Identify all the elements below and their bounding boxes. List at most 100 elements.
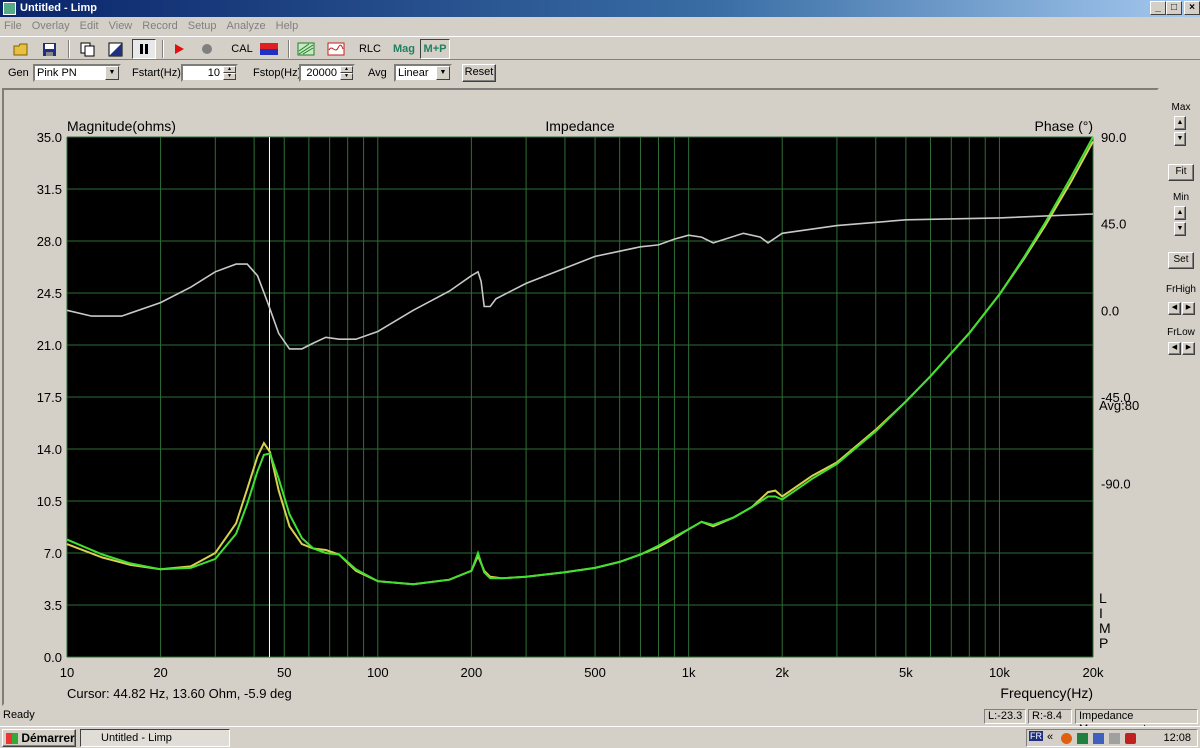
menu-record[interactable]: Record <box>142 20 177 32</box>
start-button[interactable]: Démarrer <box>2 729 76 747</box>
x-axis-label: Frequency(Hz) <box>1000 685 1093 701</box>
frlow-left-icon[interactable]: ◀ <box>1168 342 1181 355</box>
x-tick-label: 10k <box>989 665 1010 680</box>
spin-up-icon[interactable]: ▲ <box>340 66 353 73</box>
chevron-down-icon[interactable]: ▼ <box>436 66 450 80</box>
mp-button[interactable]: M+P <box>420 39 450 59</box>
clock: 12:08 <box>1163 732 1191 744</box>
y-tick-label: 17.5 <box>37 390 62 405</box>
scale-panel: Max ▲ ▼ Fit Min ▲ ▼ Set FrHigh ◀ ▶ FrLow… <box>1162 88 1200 706</box>
gen-select[interactable]: Pink PN ▼ <box>33 64 121 82</box>
status-mode: Impedance Measurement <box>1075 709 1198 735</box>
min-label: Min <box>1172 192 1190 203</box>
minimize-icon[interactable]: _ <box>1150 1 1166 15</box>
y2-axis-label: Phase (°) <box>1034 118 1093 134</box>
limp-letter: L <box>1099 590 1107 606</box>
impedance-chart[interactable]: 0.0 3.5 7.0 10.5 14.0 17.5 21.0 24.5 28.0 31.5 35.… <box>4 90 1157 704</box>
y-tick-label: 3.5 <box>44 598 62 613</box>
cal-button[interactable]: CAL <box>228 39 256 59</box>
windows-logo-icon <box>6 733 18 744</box>
record-icon[interactable] <box>196 39 218 59</box>
mag-button[interactable]: Mag <box>390 39 418 59</box>
avg-count-label: Avg:80 <box>1099 398 1139 413</box>
set-button[interactable]: Set <box>1168 252 1194 269</box>
min-down-icon[interactable]: ▼ <box>1174 222 1186 236</box>
avg-select[interactable]: Linear ▼ <box>394 64 452 82</box>
pause-icon[interactable] <box>132 39 156 59</box>
save-icon[interactable] <box>38 39 60 59</box>
overlay-icon[interactable] <box>294 39 318 59</box>
x-tick-label: 20k <box>1083 665 1104 680</box>
limp-letter: M <box>1099 620 1111 636</box>
chevron-left-icon[interactable]: « <box>1047 731 1053 743</box>
menu-view[interactable]: View <box>109 20 133 32</box>
chart-title: Impedance <box>545 118 614 134</box>
volume-icon[interactable] <box>1109 733 1120 744</box>
y2-tick-label: -90.0 <box>1101 477 1131 492</box>
frlow-right-icon[interactable]: ▶ <box>1182 342 1195 355</box>
cursor-readout: Cursor: 44.82 Hz, 13.60 Ohm, -5.9 deg <box>67 686 292 701</box>
spin-down-icon[interactable]: ▼ <box>340 73 353 80</box>
fstop-spinner[interactable]: 20000 ▲ ▼ <box>299 64 355 82</box>
menu-help[interactable]: Help <box>276 20 299 32</box>
spin-down-icon[interactable]: ▼ <box>223 73 236 80</box>
taskbar: Démarrer Untitled - Limp FR « 12:08 <box>0 726 1200 748</box>
x-tick-label: 20 <box>153 665 167 680</box>
y-tick-label: 7.0 <box>44 546 62 561</box>
y-tick-label: 28.0 <box>37 234 62 249</box>
menu-overlay[interactable]: Overlay <box>32 20 70 32</box>
x-tick-label: 10 <box>60 665 74 680</box>
open-folder-icon[interactable] <box>10 39 32 59</box>
play-icon[interactable] <box>168 39 190 59</box>
fit-button[interactable]: Fit <box>1168 164 1194 181</box>
y-tick-label: 21.0 <box>37 338 62 353</box>
spin-up-icon[interactable]: ▲ <box>223 66 236 73</box>
max-up-icon[interactable]: ▲ <box>1174 116 1186 130</box>
tray-app-icon[interactable] <box>1077 733 1088 744</box>
y-tick-label: 31.5 <box>37 182 62 197</box>
frlow-label: FrLow <box>1167 327 1195 338</box>
toolbar: CAL RLC Mag M+P <box>0 36 1200 60</box>
frhigh-label: FrHigh <box>1165 284 1196 295</box>
menu-edit[interactable]: Edit <box>80 20 99 32</box>
plot-panel: 0.0 3.5 7.0 10.5 14.0 17.5 21.0 24.5 28.0 31.5 35.… <box>2 88 1159 706</box>
status-right-level: R:-8.4 <box>1028 709 1072 724</box>
security-icon[interactable] <box>1125 733 1136 744</box>
fstop-label: Fstop(Hz) <box>253 67 302 79</box>
menu-bar: File Overlay Edit View Record Setup Anal… <box>0 17 1200 35</box>
reset-button[interactable]: Reset <box>462 64 496 82</box>
status-bar: Ready L:-23.3 R:-8.4 Impedance Measureme… <box>0 708 1200 735</box>
max-down-icon[interactable]: ▼ <box>1174 132 1186 146</box>
x-tick-label: 50 <box>277 665 291 680</box>
rlc-button[interactable]: RLC <box>356 39 384 59</box>
gen-label: Gen <box>8 67 29 79</box>
invert-icon[interactable] <box>104 39 126 59</box>
menu-analyze[interactable]: Analyze <box>226 20 265 32</box>
tray-app-icon[interactable] <box>1061 733 1072 744</box>
calibration-icon[interactable] <box>258 39 280 59</box>
network-icon[interactable] <box>1093 733 1104 744</box>
frhigh-left-icon[interactable]: ◀ <box>1168 302 1181 315</box>
y-axis-label: Magnitude(ohms) <box>67 118 176 134</box>
task-limp[interactable]: Untitled - Limp <box>80 729 230 747</box>
menu-file[interactable]: File <box>4 20 22 32</box>
status-left-level: L:-23.3 <box>984 709 1026 724</box>
close-icon[interactable]: × <box>1184 1 1200 15</box>
window-title: Untitled - Limp <box>20 2 97 14</box>
y-tick-label: 14.0 <box>37 442 62 457</box>
language-indicator[interactable]: FR <box>1029 731 1043 741</box>
frhigh-right-icon[interactable]: ▶ <box>1182 302 1195 315</box>
y-tick-label: 0.0 <box>44 650 62 665</box>
fstart-label: Fstart(Hz) <box>132 67 181 79</box>
x-tick-label: 100 <box>367 665 389 680</box>
menu-setup[interactable]: Setup <box>188 20 217 32</box>
fstart-spinner[interactable]: 10 ▲ ▼ <box>181 64 238 82</box>
maximize-icon[interactable]: □ <box>1166 1 1182 15</box>
y-tick-label: 35.0 <box>37 130 62 145</box>
x-tick-label: 5k <box>899 665 913 680</box>
app-icon <box>3 2 16 15</box>
chevron-down-icon[interactable]: ▼ <box>105 66 119 80</box>
copy-icon[interactable] <box>76 39 98 59</box>
waveform-icon[interactable] <box>324 39 348 59</box>
min-up-icon[interactable]: ▲ <box>1174 206 1186 220</box>
